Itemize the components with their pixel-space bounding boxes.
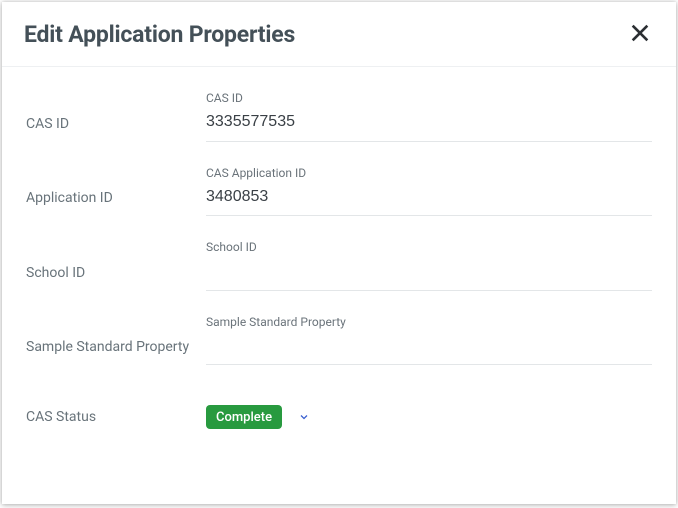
row-label-application-id: Application ID (26, 190, 206, 216)
row-label-cas-id: CAS ID (26, 116, 206, 142)
floating-label-school-id: School ID (206, 240, 652, 254)
form-row-school-id: School ID School ID (26, 216, 652, 291)
chevron-down-icon (298, 408, 310, 427)
form-row-application-id: Application ID CAS Application ID (26, 142, 652, 217)
close-button[interactable] (626, 20, 654, 48)
cas-id-input[interactable] (206, 112, 652, 142)
dialog-header: Edit Application Properties (2, 2, 676, 67)
floating-label-application-id: CAS Application ID (206, 166, 652, 180)
status-chip-complete[interactable]: Complete (206, 405, 282, 429)
application-id-input[interactable] (206, 186, 652, 216)
field-wrap-sample-standard: Sample Standard Property (206, 315, 652, 366)
field-wrap-application-id: CAS Application ID (206, 166, 652, 217)
form-row-sample-standard: Sample Standard Property Sample Standard… (26, 291, 652, 366)
row-label-cas-status: CAS Status (26, 409, 206, 425)
sample-standard-input[interactable] (206, 335, 652, 365)
close-icon (629, 22, 651, 47)
floating-label-cas-id: CAS ID (206, 91, 652, 105)
status-dropdown-toggle[interactable] (296, 409, 312, 425)
row-label-sample-standard: Sample Standard Property (26, 339, 206, 365)
form-row-cas-id: CAS ID CAS ID (26, 67, 652, 142)
edit-application-properties-dialog: Edit Application Properties CAS ID CAS I… (2, 2, 676, 504)
field-wrap-cas-id: CAS ID (206, 91, 652, 142)
field-wrap-school-id: School ID (206, 240, 652, 291)
dialog-body: CAS ID CAS ID Application ID CAS Applica… (2, 67, 676, 504)
school-id-input[interactable] (206, 261, 652, 291)
floating-label-sample-standard: Sample Standard Property (206, 315, 652, 329)
dialog-title: Edit Application Properties (24, 21, 295, 48)
row-label-school-id: School ID (26, 265, 206, 291)
status-field: Complete (206, 405, 312, 429)
form-row-cas-status: CAS Status Complete (26, 365, 652, 445)
